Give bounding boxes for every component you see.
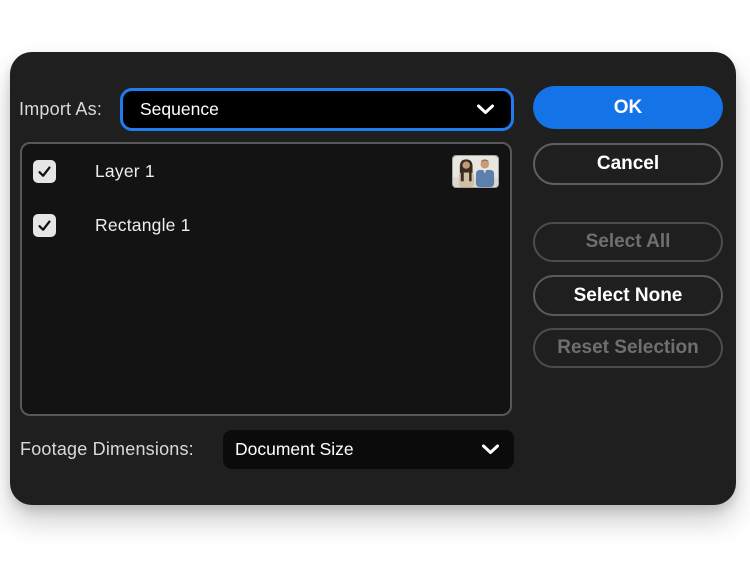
checkmark-icon [36, 217, 53, 234]
import-as-label: Import As: [19, 88, 102, 131]
layer-1-thumbnail-photo [452, 155, 499, 188]
layer-row-rectangle-1[interactable]: Rectangle 1 [22, 198, 510, 252]
import-as-value: Sequence [140, 99, 219, 120]
footage-dimensions-value: Document Size [235, 439, 354, 460]
layer-1-checkbox[interactable] [33, 160, 56, 183]
footage-dimensions-label: Footage Dimensions: [20, 430, 194, 469]
select-none-button[interactable]: Select None [533, 275, 723, 316]
screen-background: Import As: Sequence OK Cancel Select All… [0, 0, 750, 562]
import-layers-dialog: Import As: Sequence OK Cancel Select All… [10, 52, 736, 505]
layer-row-layer-1[interactable]: Layer 1 [22, 144, 510, 198]
cancel-button[interactable]: Cancel [533, 143, 723, 185]
layer-name: Layer 1 [95, 161, 155, 182]
layer-list-panel: Layer 1 [20, 142, 512, 416]
import-as-dropdown[interactable]: Sequence [120, 88, 514, 131]
chevron-down-icon [476, 104, 495, 115]
footage-dimensions-dropdown[interactable]: Document Size [223, 430, 514, 469]
select-all-button[interactable]: Select All [533, 222, 723, 262]
ok-button[interactable]: OK [533, 86, 723, 129]
chevron-down-icon [481, 444, 500, 455]
checkmark-icon [36, 163, 53, 180]
layer-name: Rectangle 1 [95, 215, 191, 236]
reset-selection-button[interactable]: Reset Selection [533, 328, 723, 368]
rectangle-1-checkbox[interactable] [33, 214, 56, 237]
